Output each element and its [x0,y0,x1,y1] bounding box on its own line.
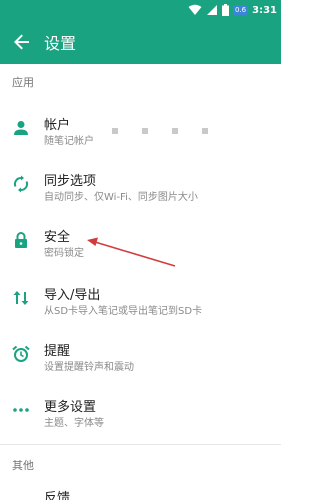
settings-item-subtitle: 设置提醒铃声和震动 [44,362,134,373]
settings-item-feedback[interactable]: 反馈 [0,482,281,500]
settings-item-title: 安全 [44,230,71,245]
settings-item-title: 帐户 [44,118,71,133]
person-icon [14,121,28,135]
settings-item-more[interactable]: 更多设置 主题、字体等 [0,384,281,436]
wifi-icon [188,4,202,15]
battery-icon [221,4,229,16]
settings-item-title: 更多设置 [44,400,97,415]
settings-item-sync[interactable]: 同步选项 自动同步、仅Wi-Fi、同步图片大小 [0,158,281,210]
settings-item-subtitle: 随笔记帐户 [44,136,94,147]
section-header-app: 应用 [12,76,34,89]
settings-item-title: 反馈 [44,491,71,500]
settings-item-subtitle: 从SD卡导入笔记或导出笔记到SD卡 [44,306,203,317]
settings-item-security[interactable]: 安全 密码锁定 [0,214,281,266]
settings-item-reminder[interactable]: 提醒 设置提醒铃声和震动 [0,328,281,380]
app-bar: 设置 [0,20,281,64]
settings-item-title: 提醒 [44,344,71,359]
status-icons: 0.6 3:31 [188,2,277,18]
sync-icon [13,175,29,193]
redacted-account-info [112,128,208,134]
back-arrow-icon [14,34,29,50]
settings-item-subtitle: 自动同步、仅Wi-Fi、同步图片大小 [44,192,198,203]
settings-item-subtitle: 主题、字体等 [44,418,104,429]
settings-item-title: 导入/导出 [44,288,101,303]
section-header-other: 其他 [12,459,34,472]
more-dots-icon [13,408,29,412]
page-title: 设置 [44,34,77,53]
settings-item-title: 同步选项 [44,174,97,189]
settings-item-import-export[interactable]: 导入/导出 从SD卡导入笔记或导出笔记到SD卡 [0,272,281,324]
signal-icon [206,5,217,15]
notification-badge: 0.6 [232,5,249,15]
section-divider [0,444,281,445]
status-bar: 0.6 3:31 [0,0,281,20]
settings-item-subtitle: 密码锁定 [44,248,84,259]
lock-icon [15,232,27,248]
back-button[interactable] [2,20,42,64]
alarm-icon [12,345,30,362]
import-export-icon [13,291,29,305]
status-time: 3:31 [252,4,277,16]
